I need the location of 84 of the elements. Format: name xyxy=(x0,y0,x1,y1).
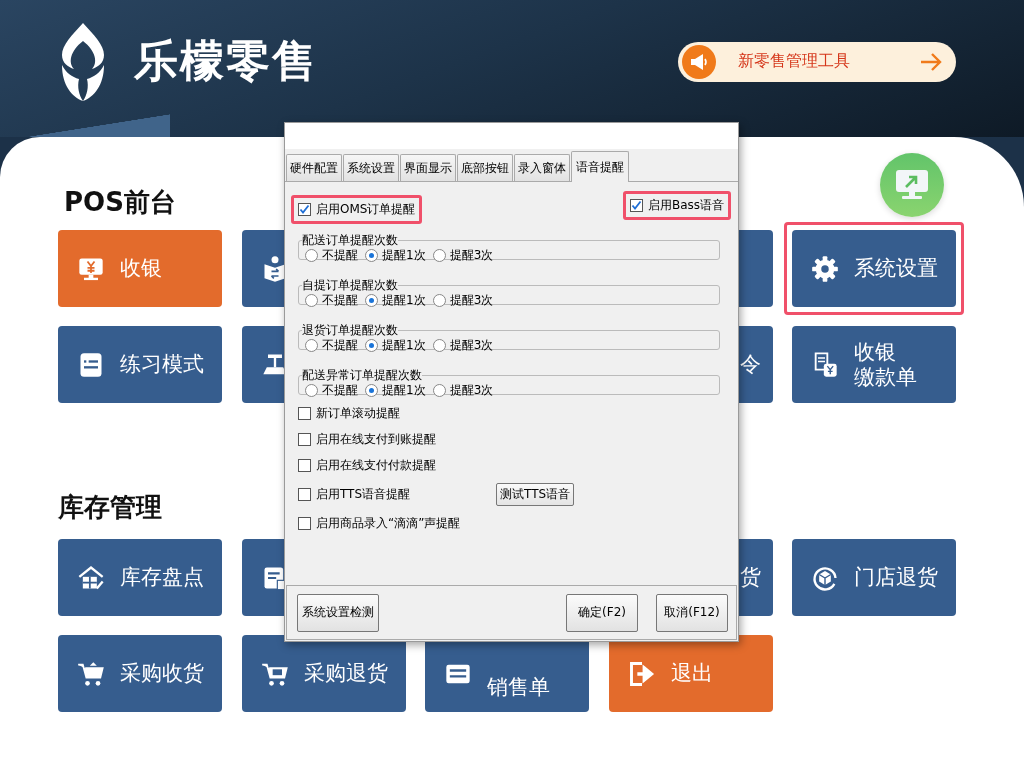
radio-option[interactable]: 不提醒 xyxy=(305,337,358,354)
test-voice-button[interactable]: 测试TTS语音 xyxy=(496,483,575,506)
radio-button[interactable] xyxy=(432,294,446,307)
checkbox-option[interactable]: 启用OMS订单提醒 xyxy=(298,201,416,218)
cancel-button[interactable]: 取消(F12) xyxy=(656,593,728,632)
logo-icon xyxy=(60,22,106,101)
tile-label: 销售单 xyxy=(487,675,550,701)
tab[interactable]: 语音提醒 xyxy=(571,151,629,182)
radio-option[interactable]: 提醒3次 xyxy=(432,292,494,309)
tab[interactable]: 硬件配置 xyxy=(286,154,342,181)
checkbox-option[interactable]: 启用Bass语音 xyxy=(629,197,724,214)
radio-button[interactable] xyxy=(365,339,378,352)
radio-option[interactable]: 提醒3次 xyxy=(432,382,494,399)
checkbox-option[interactable]: 启用TTS语音提醒 xyxy=(298,486,411,503)
radio-button[interactable] xyxy=(365,249,378,262)
checkbox[interactable] xyxy=(298,459,311,472)
cart-icon xyxy=(77,659,105,688)
checkbox-option[interactable]: 启用商品录入“滴滴”声提醒 xyxy=(298,515,461,532)
menu-tile[interactable]: 系统设置 xyxy=(792,230,956,307)
section-title: POS前台 xyxy=(63,187,176,217)
checkbox[interactable] xyxy=(298,203,311,216)
tile-label: 收银 xyxy=(854,339,897,365)
settings-icon xyxy=(811,254,839,283)
menu-tile[interactable]: 门店退货 xyxy=(792,539,956,616)
tab[interactable]: 底部按钮 xyxy=(457,154,513,181)
radio-option[interactable]: 提醒3次 xyxy=(432,337,494,354)
exit-icon xyxy=(627,659,656,688)
tab[interactable]: 界面显示 xyxy=(400,154,456,181)
checkbox[interactable] xyxy=(629,199,643,212)
tab[interactable]: 录入窗体 xyxy=(514,154,570,181)
checkbox[interactable] xyxy=(298,488,311,501)
radio-option[interactable]: 提醒1次 xyxy=(365,337,426,354)
radio-option[interactable]: 提醒1次 xyxy=(365,247,426,264)
radio-option[interactable]: 提醒3次 xyxy=(432,247,494,264)
tile-label: 令 xyxy=(739,352,761,377)
section-title: 库存管理 xyxy=(58,492,162,522)
tile-label: 货 xyxy=(739,565,761,590)
ok-button[interactable]: 确定(F2) xyxy=(566,593,638,632)
radio-button[interactable] xyxy=(305,339,318,352)
checkbox-option[interactable]: 新订单滚动提醒 xyxy=(298,405,400,422)
radio-option[interactable]: 提醒1次 xyxy=(365,292,426,309)
radio-option[interactable]: 不提醒 xyxy=(305,382,358,399)
radio-button[interactable] xyxy=(432,384,446,397)
tile-label: 采购收货 xyxy=(120,661,204,686)
radio-option[interactable]: 不提醒 xyxy=(305,247,358,264)
tile-label: 收银 xyxy=(120,256,162,281)
tile-label: 练习模式 xyxy=(120,352,204,377)
tile-label: 系统设置 xyxy=(854,256,938,281)
menu-tile[interactable]: 采购退货 xyxy=(241,635,406,712)
promo-button[interactable]: 新零售管理工具 xyxy=(678,41,956,82)
radio-button[interactable] xyxy=(365,384,378,397)
radio-button[interactable] xyxy=(305,384,318,397)
megaphone-icon xyxy=(682,44,716,79)
menu-tile[interactable]: 练习模式 xyxy=(58,326,222,403)
checkbox-option[interactable]: 启用在线支付付款提醒 xyxy=(298,457,436,474)
arrow-right-icon xyxy=(920,52,942,71)
group-title: 自提订单提醒次数 xyxy=(302,277,398,294)
menu-tile[interactable]: 收银 缴款单 xyxy=(792,326,956,403)
checkbox[interactable] xyxy=(298,517,311,530)
radio-button[interactable] xyxy=(305,294,318,307)
menu-tile[interactable]: 库存盘点 xyxy=(58,539,222,616)
checkbox[interactable] xyxy=(298,433,311,446)
checkbox-option[interactable]: 启用在线支付到账提醒 xyxy=(298,431,436,448)
house-icon xyxy=(77,563,105,592)
radio-option[interactable]: 不提醒 xyxy=(305,292,358,309)
checkbox[interactable] xyxy=(298,407,311,420)
radio-button[interactable] xyxy=(432,339,446,352)
group-title: 配送异常订单提醒次数 xyxy=(302,367,422,384)
tab[interactable]: 系统设置 xyxy=(343,154,399,181)
radio-button[interactable] xyxy=(365,294,378,307)
tile-label: 退出 xyxy=(670,661,713,686)
tile-label: 库存盘点 xyxy=(120,565,204,590)
group-title: 配送订单提醒次数 xyxy=(302,232,398,249)
radio-option[interactable]: 提醒1次 xyxy=(365,382,426,399)
tile-label: 门店退货 xyxy=(854,565,938,590)
group-title: 退货订单提醒次数 xyxy=(302,322,398,339)
radio-button[interactable] xyxy=(305,249,318,262)
brand-name: 乐檬零售 xyxy=(134,34,318,88)
radio-button[interactable] xyxy=(432,249,446,262)
monitor-arrow-icon xyxy=(894,168,930,202)
check-button[interactable]: 系统设置检测 xyxy=(297,593,379,632)
menu-tile[interactable]: 采购收货 xyxy=(58,635,222,712)
tile-label: 采购退货 xyxy=(303,661,388,686)
tile-label: 缴款单 xyxy=(854,364,917,390)
